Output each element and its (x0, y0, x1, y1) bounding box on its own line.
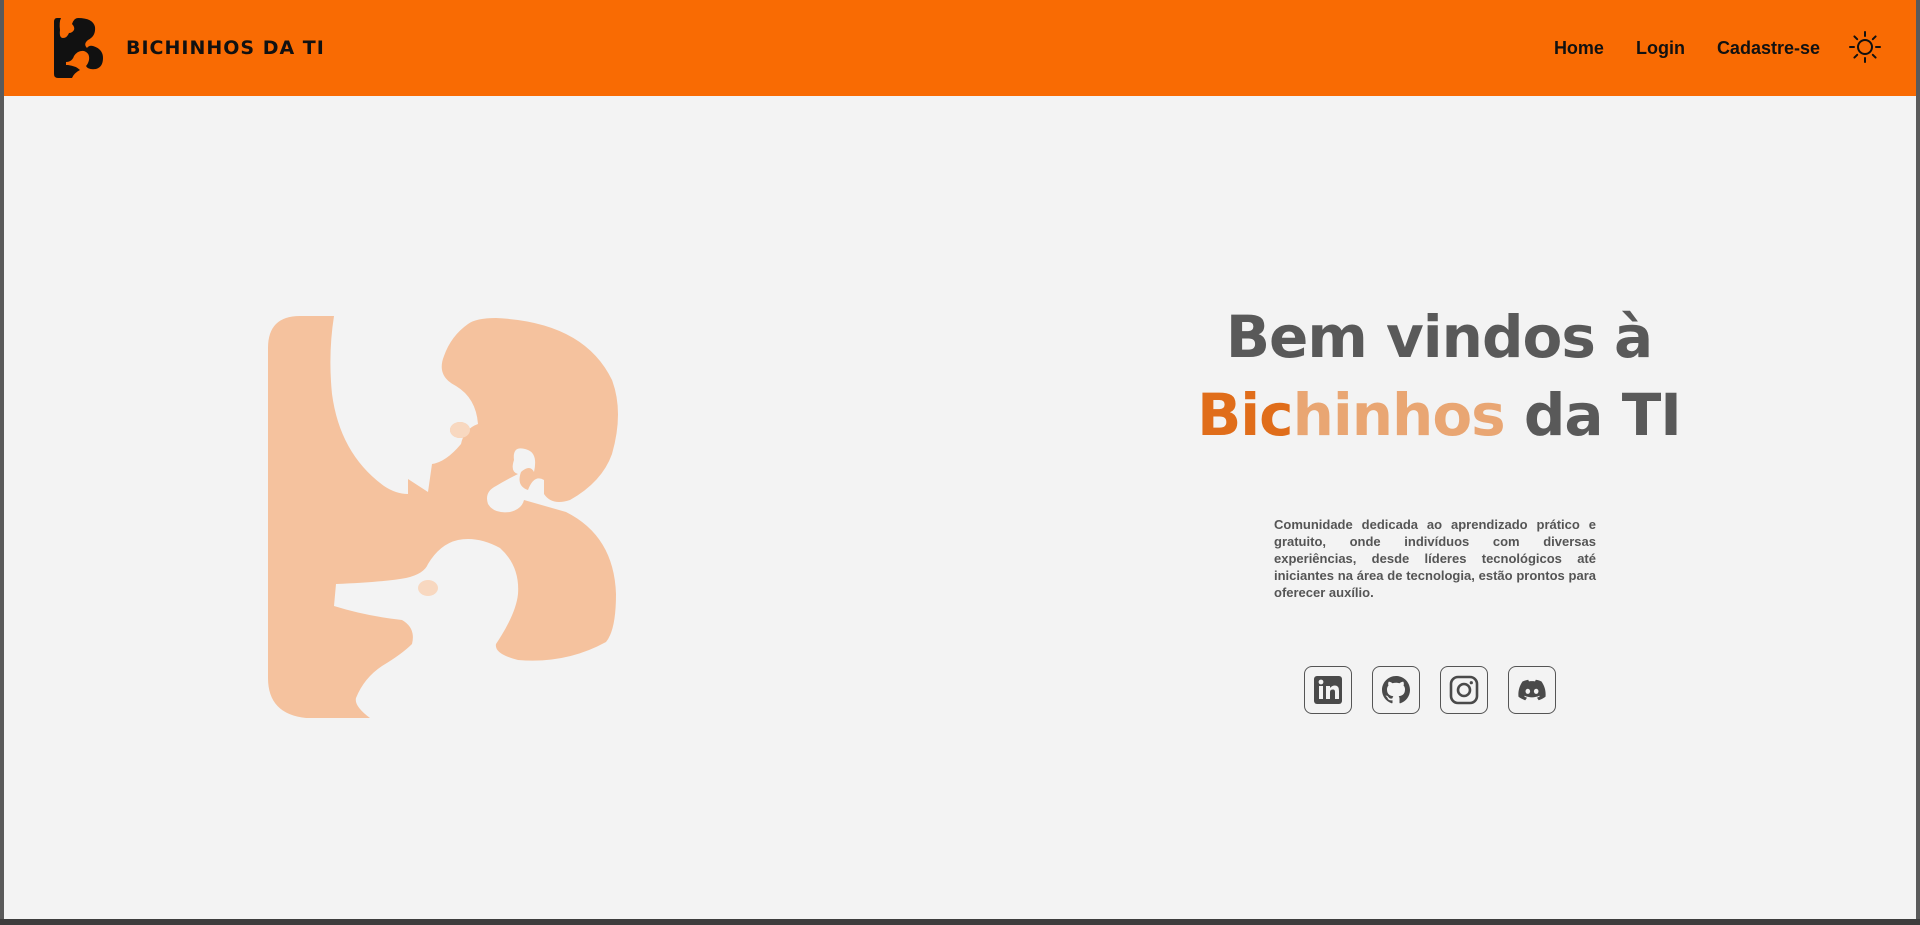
hero-title-accent-b: hinhos (1292, 381, 1506, 449)
linkedin-button[interactable] (1304, 666, 1352, 714)
instagram-button[interactable] (1440, 666, 1488, 714)
brand-name: BICHINHOS DA TI (126, 37, 325, 59)
brand-logo-icon (54, 18, 103, 78)
social-links (1304, 666, 1556, 714)
navbar: BICHINHOS DA TI Home Login Cadastre-se (4, 0, 1916, 96)
github-button[interactable] (1372, 666, 1420, 714)
hero-title-rest: da TI (1504, 381, 1682, 449)
nav-login[interactable]: Login (1636, 38, 1685, 59)
sun-icon (1849, 31, 1881, 63)
brand-link[interactable]: BICHINHOS DA TI (52, 16, 325, 80)
hero-title: Bem vindos à Bichinhos da TI (1124, 298, 1754, 454)
hero-description: Comunidade dedicada ao aprendizado práti… (1274, 517, 1596, 600)
hero-title-accent-a: Bic (1197, 381, 1293, 449)
instagram-icon (1449, 675, 1479, 705)
main-nav: Home Login Cadastre-se (1554, 0, 1820, 96)
page: BICHINHOS DA TI Home Login Cadastre-se B… (4, 0, 1916, 919)
window-bottom-edge (0, 919, 1920, 925)
theme-toggle-button[interactable] (1848, 30, 1882, 64)
hero-logo-icon (268, 316, 618, 718)
nav-signup[interactable]: Cadastre-se (1717, 38, 1820, 59)
hero-title-line1: Bem vindos à (1225, 303, 1653, 371)
discord-icon (1518, 679, 1546, 701)
github-icon (1382, 676, 1410, 704)
discord-button[interactable] (1508, 666, 1556, 714)
nav-home[interactable]: Home (1554, 38, 1604, 59)
linkedin-icon (1314, 676, 1342, 704)
